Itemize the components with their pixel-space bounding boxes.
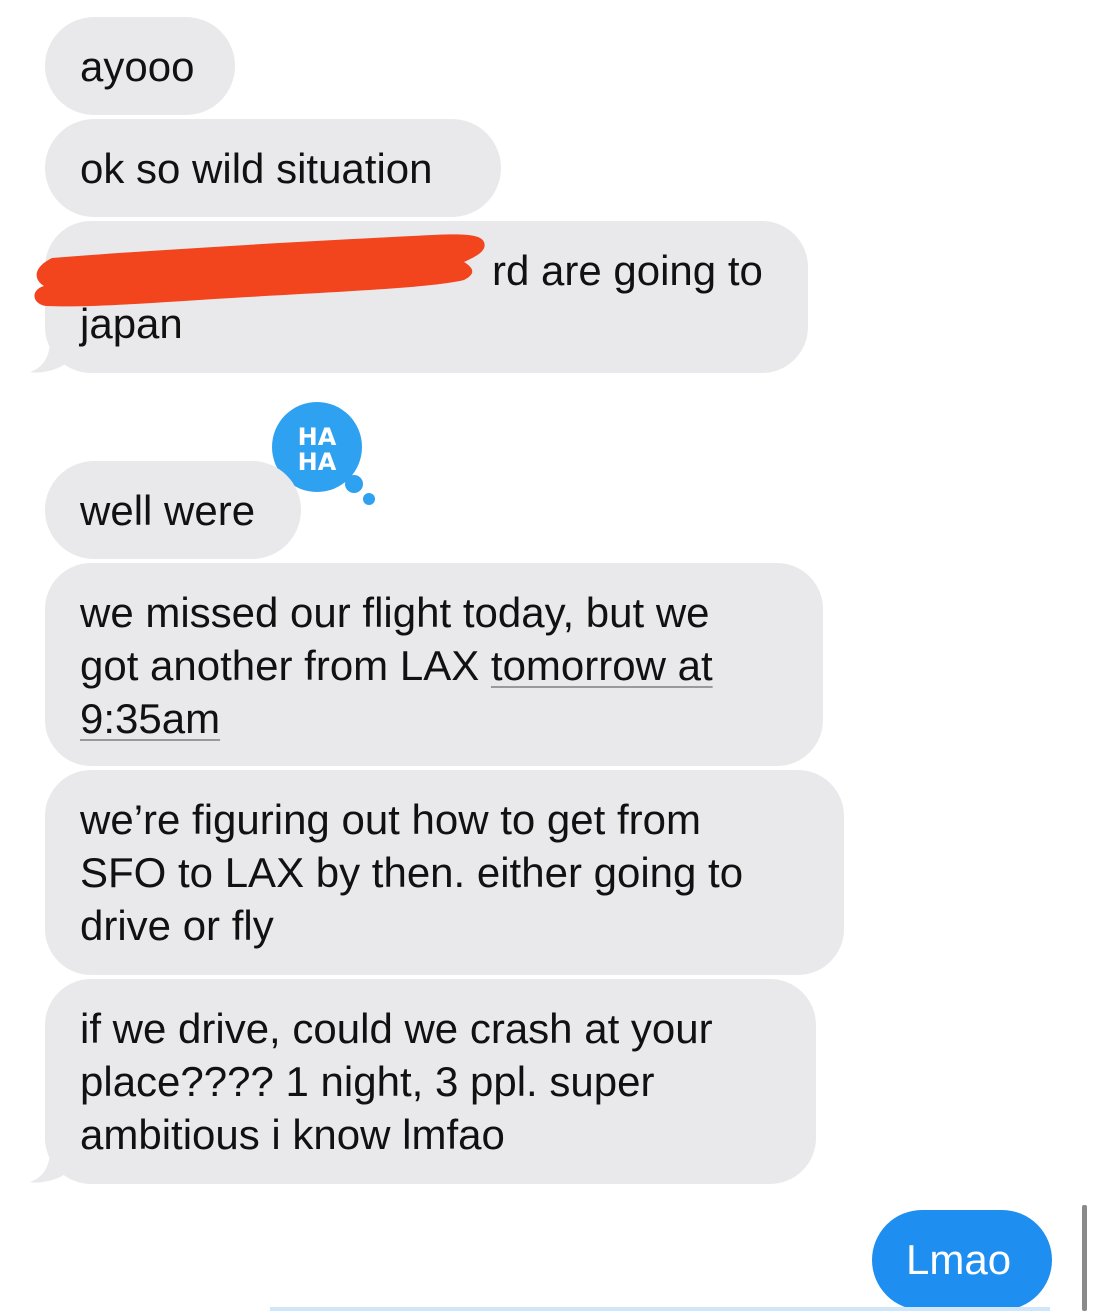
- message-text: we missed our flight today, but we: [80, 589, 710, 636]
- incoming-message[interactable]: if we drive, could we crash at your plac…: [45, 979, 816, 1184]
- incoming-message[interactable]: we missed our flight today, but we got a…: [45, 563, 823, 766]
- incoming-message[interactable]: ok so wild situation: [45, 119, 501, 217]
- haha-label-bottom: HA: [298, 448, 337, 476]
- message-text: drive or fly: [80, 902, 274, 949]
- date-link[interactable]: tomorrow at: [491, 642, 713, 689]
- message-text: place???? 1 night, 3 ppl. super: [80, 1058, 655, 1105]
- haha-label-top: HA: [298, 423, 337, 451]
- message-text-line: got another from LAX tomorrow at: [80, 639, 789, 692]
- outgoing-message[interactable]: Lmao: [872, 1210, 1052, 1310]
- message-input-edge: [270, 1307, 1050, 1311]
- bubble-tail: [30, 1150, 68, 1183]
- redaction-scribble: [34, 234, 485, 307]
- message-text: got another from LAX: [80, 642, 491, 689]
- scrollbar[interactable]: [1082, 1205, 1087, 1311]
- message-text: we’re figuring out how to get from: [80, 796, 701, 843]
- incoming-message[interactable]: ayooo: [45, 17, 235, 115]
- message-text: SFO to LAX by then. either going to: [80, 849, 744, 896]
- message-text: Lmao: [906, 1236, 1012, 1283]
- message-text: if we drive, could we crash at your: [80, 1005, 713, 1052]
- bubble-tail: [30, 340, 68, 373]
- time-link[interactable]: 9:35am: [80, 695, 220, 742]
- incoming-message[interactable]: we’re figuring out how to get from SFO t…: [45, 770, 844, 975]
- message-text: ayooo: [80, 43, 195, 90]
- message-text: well were: [80, 487, 256, 534]
- message-text: ok so wild situation: [80, 145, 433, 192]
- message-text: ambitious i know lmfao: [80, 1111, 505, 1158]
- incoming-message[interactable]: well were: [45, 461, 301, 559]
